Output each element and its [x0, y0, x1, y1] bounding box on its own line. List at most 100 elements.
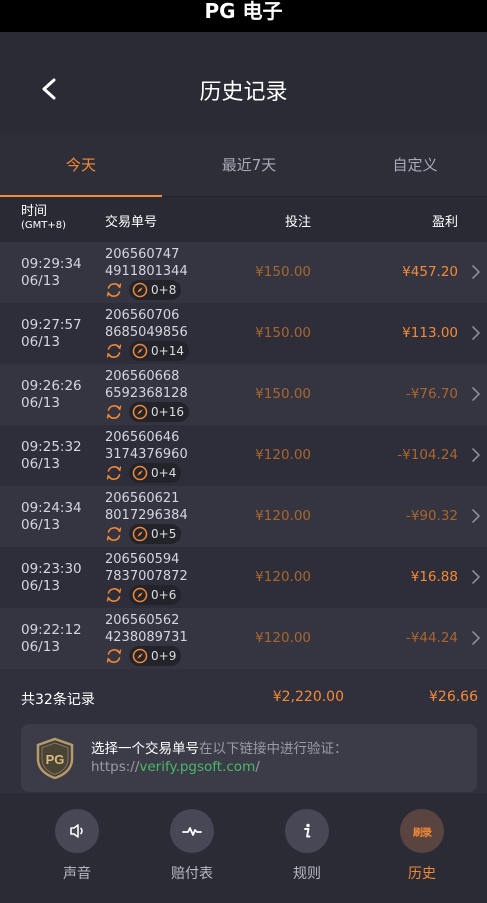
- refresh-icon: [104, 524, 124, 544]
- verify-suffix: /: [255, 759, 260, 775]
- free-spin-pill: 0+5: [129, 524, 182, 544]
- row-date-value: 06/13: [21, 334, 60, 350]
- row-time: 09:29:34 06/13: [21, 256, 82, 290]
- row-badges: 0+8: [104, 280, 182, 300]
- row-time: 09:27:57 06/13: [21, 317, 82, 351]
- row-id-line-1: 206560747: [105, 247, 180, 262]
- refresh-icon: [104, 585, 124, 605]
- table-row[interactable]: 09:24:34 06/13 206560621 8017296384 0+5 ¥120.…: [0, 486, 487, 547]
- top-brand-bar: PG 电子: [0, 0, 487, 32]
- svg-text:PG: PG: [46, 752, 65, 767]
- chevron-right-icon: [472, 509, 480, 523]
- header-transaction-id: 交易单号: [105, 215, 158, 230]
- row-id-line-1: 206560706: [105, 308, 180, 323]
- header-time: 时间 (GMT+8): [21, 205, 66, 233]
- row-date-value: 06/13: [21, 578, 60, 594]
- row-time: 09:24:34 06/13: [21, 500, 82, 534]
- verify-banner: PG 选择一个交易单号在以下链接中进行验证： https://verify.pg…: [21, 724, 477, 792]
- speaker-icon: [70, 824, 83, 838]
- row-transaction-id: 206560706 8685049856: [105, 307, 188, 341]
- row-transaction-id: 206560562 4238089731: [105, 612, 188, 646]
- row-transaction-id: 206560594 7837007872: [105, 551, 188, 585]
- history-button[interactable]: 刷录: [400, 809, 444, 853]
- row-date-value: 06/13: [21, 639, 60, 655]
- refresh-icon: [104, 402, 124, 422]
- row-profit: ¥113.00: [402, 325, 458, 341]
- row-date-value: 06/13: [21, 517, 60, 533]
- chevron-right-icon: [472, 570, 480, 584]
- row-id-line-1: 206560646: [105, 430, 180, 445]
- free-spin-count: 0+14: [151, 344, 184, 358]
- table-row[interactable]: 09:22:12 06/13 206560562 4238089731 0+9 ¥120.…: [0, 608, 487, 669]
- paytable-button[interactable]: [170, 809, 214, 853]
- pg-shield-logo-icon: PG: [36, 737, 74, 779]
- row-bet: ¥150.00: [255, 325, 311, 341]
- tab-custom[interactable]: 自定义: [334, 135, 487, 197]
- verify-rest: 在以下链接中进行验证：: [199, 741, 348, 757]
- row-bet: ¥150.00: [255, 264, 311, 280]
- history-icon: 刷录: [413, 827, 432, 839]
- row-time-value: 09:24:34: [21, 500, 82, 516]
- verify-strong: 选择一个交易单号: [91, 741, 199, 757]
- verify-prefix: https://: [91, 759, 140, 775]
- free-spin-count: 0+4: [151, 466, 177, 480]
- free-spin-count: 0+8: [151, 283, 177, 297]
- free-spin-pill: 0+14: [129, 341, 189, 361]
- tab-today[interactable]: 今天: [0, 135, 162, 197]
- row-bet: ¥120.00: [255, 508, 311, 524]
- chevron-right-icon: [472, 631, 480, 645]
- row-time-value: 09:23:30: [21, 561, 82, 577]
- record-count: 共32条记录: [21, 692, 95, 708]
- table-row[interactable]: 09:27:57 06/13 206560706 8685049856 0+14 ¥150…: [0, 303, 487, 364]
- row-bet: ¥120.00: [255, 569, 311, 585]
- pulse-icon: [182, 827, 202, 836]
- app-root: PG 电子 历史记录 今天 最近7天 自定义 时间 (GMT+8) 交易单号 投…: [0, 0, 487, 903]
- compass-icon: [132, 343, 148, 359]
- row-bet: ¥120.00: [255, 630, 311, 646]
- nav-sound[interactable]: 声音: [37, 809, 117, 883]
- nav-history[interactable]: 刷录 历史: [382, 809, 462, 883]
- row-id-line-2: 8685049856: [105, 325, 188, 340]
- row-badges: 0+14: [104, 341, 189, 361]
- row-badges: 0+9: [104, 646, 182, 666]
- refresh-icon: [104, 341, 124, 361]
- free-spin-count: 0+6: [151, 588, 177, 602]
- row-time: 09:22:12 06/13: [21, 622, 82, 656]
- page-header: 历史记录: [0, 32, 487, 135]
- free-spin-count: 0+9: [151, 649, 177, 663]
- free-spin-pill: 0+4: [129, 463, 182, 483]
- row-time: 09:23:30 06/13: [21, 561, 82, 595]
- row-badges: 0+5: [104, 524, 182, 544]
- nav-rules[interactable]: 规则: [267, 809, 347, 883]
- tab-last-7-days[interactable]: 最近7天: [168, 135, 330, 197]
- table-row[interactable]: 09:23:30 06/13 206560594 7837007872 0+6 ¥120.…: [0, 547, 487, 608]
- chevron-right-icon: [472, 387, 480, 401]
- row-transaction-id: 206560668 6592368128: [105, 368, 188, 402]
- row-id-line-2: 4911801344: [105, 264, 188, 279]
- refresh-icon: [104, 280, 124, 300]
- table-row[interactable]: 09:29:34 06/13 206560747 4911801344 0+8 ¥150.…: [0, 242, 487, 303]
- rules-button[interactable]: [285, 809, 329, 853]
- row-profit: ¥16.88: [410, 569, 458, 585]
- compass-icon: [132, 648, 148, 664]
- row-profit: -¥76.70: [405, 386, 458, 402]
- table-row[interactable]: 09:25:32 06/13 206560646 3174376960 0+4 ¥120.…: [0, 425, 487, 486]
- total-bet: ¥2,220.00: [272, 689, 344, 705]
- row-id-line-2: 4238089731: [105, 630, 188, 645]
- row-id-line-2: 8017296384: [105, 508, 188, 523]
- verify-link[interactable]: verify.pgsoft.com: [139, 759, 255, 775]
- free-spin-pill: 0+9: [129, 646, 182, 666]
- row-bet: ¥150.00: [255, 386, 311, 402]
- table-header: 时间 (GMT+8) 交易单号 投注 盈利: [0, 197, 487, 242]
- nav-paytable[interactable]: 赔付表: [152, 809, 232, 883]
- compass-icon: [132, 526, 148, 542]
- sound-button[interactable]: [55, 809, 99, 853]
- compass-icon: [132, 465, 148, 481]
- nav-sound-label: 声音: [63, 866, 91, 882]
- row-badges: 0+4: [104, 463, 182, 483]
- row-date-value: 06/13: [21, 456, 60, 472]
- table-row[interactable]: 09:26:26 06/13 206560668 6592368128 0+16 ¥150…: [0, 364, 487, 425]
- row-id-line-1: 206560594: [105, 552, 180, 567]
- free-spin-count: 0+16: [151, 405, 184, 419]
- row-date-value: 06/13: [21, 395, 60, 411]
